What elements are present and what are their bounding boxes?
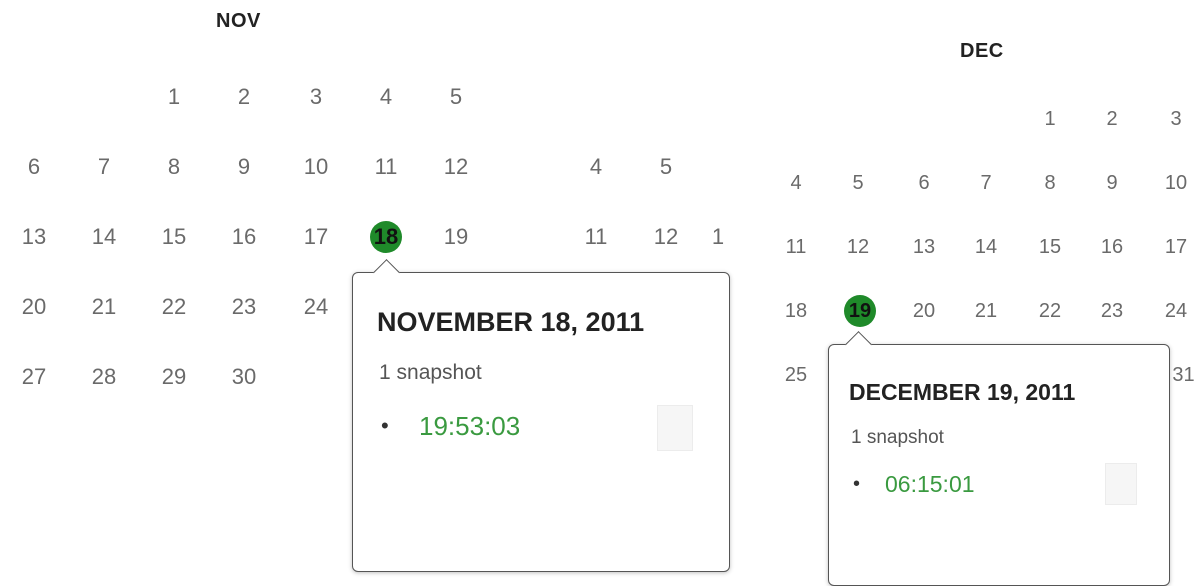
partial-day-5[interactable]: 5 (646, 154, 686, 180)
dec-month-title: DEC (960, 40, 1004, 62)
dec-snapshot-popover: DECEMBER 19, 2011 1 snapshot • 06:15:01 (828, 331, 1170, 586)
dec-day-13[interactable]: 13 (904, 234, 944, 260)
nov-day-27[interactable]: 27 (14, 364, 54, 390)
nov-day-16[interactable]: 16 (224, 224, 264, 250)
dec-day-4[interactable]: 4 (776, 170, 816, 196)
nov-day-10[interactable]: 10 (296, 154, 336, 180)
nov-day-6[interactable]: 6 (14, 154, 54, 180)
dec-day-18[interactable]: 18 (776, 298, 816, 324)
snapshot-time-link[interactable]: 19:53:03 (419, 411, 520, 442)
dec-day-15[interactable]: 15 (1030, 234, 1070, 260)
popover-bullet: • (381, 413, 389, 438)
nov-day-22[interactable]: 22 (154, 294, 194, 320)
dec-day-17[interactable]: 17 (1156, 234, 1196, 260)
nov-month-title: NOV (216, 10, 261, 32)
popover-snapshot-count: 1 snapshot (379, 361, 482, 384)
nov-day-9[interactable]: 9 (224, 154, 264, 180)
dec-day-14[interactable]: 14 (966, 234, 1006, 260)
dec-day-5[interactable]: 5 (838, 170, 878, 196)
dec-day-23[interactable]: 23 (1092, 298, 1132, 324)
nov-day-20[interactable]: 20 (14, 294, 54, 320)
popover-date-title: NOVEMBER 18, 2011 (377, 307, 645, 337)
dec-day-21[interactable]: 21 (966, 298, 1006, 324)
partial-day-clipped: 1 (711, 224, 725, 249)
nov-day-2[interactable]: 2 (224, 84, 264, 110)
snapshot-thumbnail[interactable] (1105, 463, 1137, 505)
dec-day-3[interactable]: 3 (1156, 106, 1196, 132)
nov-day-7[interactable]: 7 (84, 154, 124, 180)
partial-day-12[interactable]: 12 (646, 224, 686, 250)
dec-day-6[interactable]: 6 (904, 170, 944, 196)
popover-bullet: • (853, 473, 861, 495)
partial-day-11[interactable]: 11 (576, 224, 616, 250)
dec-day-20[interactable]: 20 (904, 298, 944, 324)
nov-day-17[interactable]: 17 (296, 224, 336, 250)
dec-day-11[interactable]: 11 (776, 234, 816, 260)
dec-day-8[interactable]: 8 (1030, 170, 1070, 196)
dec-day-1[interactable]: 1 (1030, 106, 1070, 132)
nov-day-12[interactable]: 12 (436, 154, 476, 180)
popover-snapshot-count: 1 snapshot (851, 427, 944, 448)
nov-day-13[interactable]: 13 (14, 224, 54, 250)
popover-arrow (373, 259, 400, 286)
nov-day-23[interactable]: 23 (224, 294, 264, 320)
popover-arrow (845, 331, 872, 358)
dec-day-2[interactable]: 2 (1092, 106, 1132, 132)
nov-day-30[interactable]: 30 (224, 364, 264, 390)
dec-day-22[interactable]: 22 (1030, 298, 1070, 324)
dec-day-25[interactable]: 25 (776, 362, 816, 388)
nov-day-15[interactable]: 15 (154, 224, 194, 250)
partial-day-4[interactable]: 4 (576, 154, 616, 180)
dec-day-24[interactable]: 24 (1156, 298, 1196, 324)
snapshot-time-link[interactable]: 06:15:01 (885, 471, 975, 498)
popover-date-title: DECEMBER 19, 2011 (849, 379, 1076, 405)
nov-day-24[interactable]: 24 (296, 294, 336, 320)
nov-day-29[interactable]: 29 (154, 364, 194, 390)
nov-day-4[interactable]: 4 (366, 84, 406, 110)
nov-day-3[interactable]: 3 (296, 84, 336, 110)
dec-day-12[interactable]: 12 (838, 234, 878, 260)
nov-day-18-marked[interactable]: 18 (370, 221, 402, 253)
nov-day-21[interactable]: 21 (84, 294, 124, 320)
nov-day-14[interactable]: 14 (84, 224, 124, 250)
dec-day-10[interactable]: 10 (1156, 170, 1196, 196)
nov-day-5[interactable]: 5 (436, 84, 476, 110)
nov-day-1[interactable]: 1 (154, 84, 194, 110)
dec-day-9[interactable]: 9 (1092, 170, 1132, 196)
dec-day-19-marked[interactable]: 19 (844, 295, 876, 327)
nov-day-11[interactable]: 11 (366, 154, 406, 180)
nov-day-28[interactable]: 28 (84, 364, 124, 390)
dec-day-7[interactable]: 7 (966, 170, 1006, 196)
nov-day-19[interactable]: 19 (436, 224, 476, 250)
nov-snapshot-popover: NOVEMBER 18, 2011 1 snapshot • 19:53:03 (352, 259, 730, 572)
snapshot-thumbnail[interactable] (657, 405, 693, 451)
nov-day-8[interactable]: 8 (154, 154, 194, 180)
dec-day-16[interactable]: 16 (1092, 234, 1132, 260)
